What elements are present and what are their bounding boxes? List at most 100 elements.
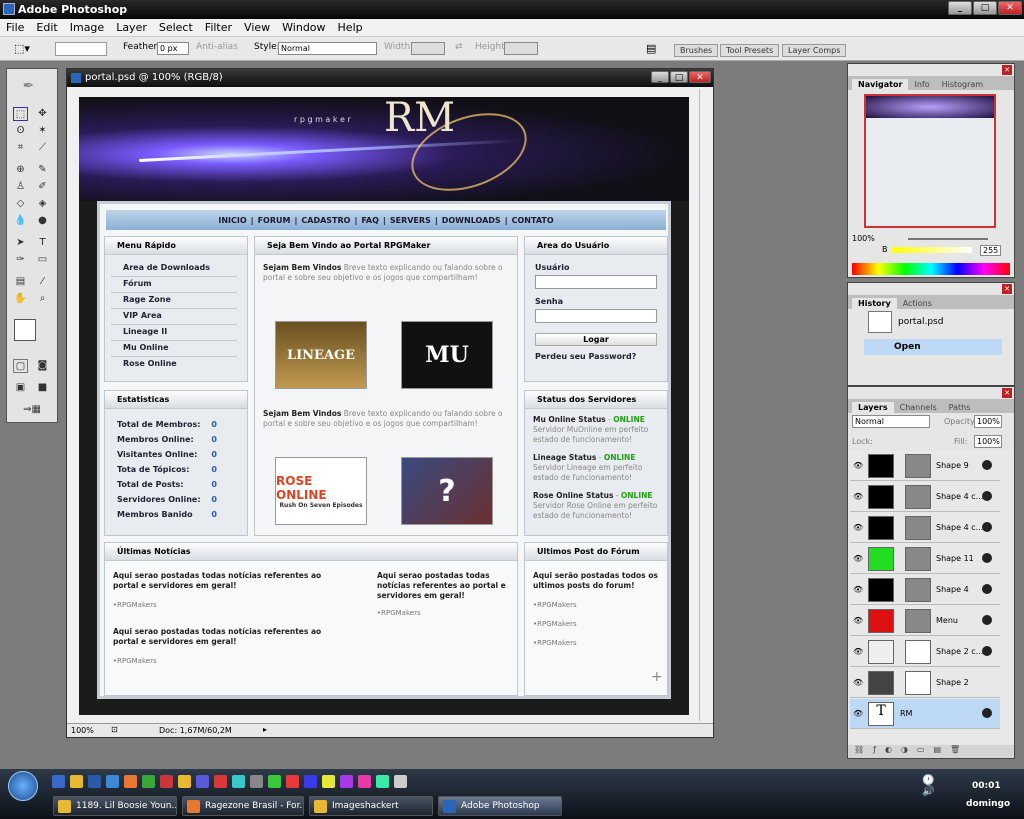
nav-inicio[interactable]: INICIO: [218, 216, 246, 225]
color-channel-value[interactable]: 255: [980, 245, 1002, 256]
menu-item-lineage[interactable]: Lineage II: [111, 325, 237, 341]
eye-icon[interactable]: 👁: [853, 585, 863, 594]
quicklaunch-icon[interactable]: [394, 775, 407, 788]
zoom-tool-icon[interactable]: ⌕: [35, 292, 50, 306]
eye-icon[interactable]: 👁: [853, 492, 863, 501]
quicklaunch-icon[interactable]: [160, 775, 173, 788]
mu-game-image[interactable]: MU: [401, 321, 493, 389]
eye-icon[interactable]: 👁: [853, 554, 863, 563]
feather-input[interactable]: 0 px: [157, 42, 189, 55]
quicklaunch-icon[interactable]: [232, 775, 245, 788]
slice-tool-icon[interactable]: ⟋: [35, 141, 50, 155]
well-tool-presets[interactable]: Tool Presets: [720, 44, 780, 57]
opacity-input[interactable]: 100%: [974, 415, 1002, 428]
jump-to-imageready-icon[interactable]: ⇒▦: [17, 403, 47, 417]
task-button-imageshack[interactable]: Imageshackert: [309, 796, 433, 816]
width-input[interactable]: [411, 42, 445, 55]
status-menu-icon[interactable]: ⊡: [111, 725, 118, 734]
document-scrollbar[interactable]: [699, 89, 712, 721]
history-snapshot-thumb[interactable]: [868, 311, 892, 333]
quicklaunch-icon[interactable]: [250, 775, 263, 788]
type-tool-icon[interactable]: T: [35, 236, 50, 250]
quicklaunch-icon[interactable]: [268, 775, 281, 788]
password-input[interactable]: [535, 309, 657, 323]
nav-servers[interactable]: SERVERS: [390, 216, 431, 225]
well-brushes[interactable]: Brushes: [674, 44, 719, 57]
layer-row[interactable]: 👁 Shape 11: [850, 544, 1000, 574]
layer-row[interactable]: 👁 Menu: [850, 606, 1000, 636]
stamp-tool-icon[interactable]: ♙: [13, 180, 28, 194]
doc-maximize-button[interactable]: □: [670, 71, 688, 83]
layer-row[interactable]: 👁 Shape 2 c...: [850, 637, 1000, 667]
menu-item-mu[interactable]: Mu Online: [111, 341, 237, 357]
height-input[interactable]: [504, 42, 538, 55]
menu-item-vip[interactable]: VIP Area: [111, 309, 237, 325]
quicklaunch-icon[interactable]: [52, 775, 65, 788]
dodge-tool-icon[interactable]: ●: [35, 214, 50, 228]
tab-navigator[interactable]: Navigator: [852, 79, 909, 90]
quicklaunch-icon[interactable]: [340, 775, 353, 788]
layers-footer-icons[interactable]: ⛓ƒ◐◑▭▤🗑: [848, 745, 1014, 758]
layer-row[interactable]: 👁 Shape 4: [850, 575, 1000, 605]
forgot-password-link[interactable]: Perdeu seu Password?: [535, 352, 657, 361]
menu-item-rose[interactable]: Rose Online: [111, 357, 237, 373]
quicklaunch-icon[interactable]: [178, 775, 191, 788]
minimize-button[interactable]: _: [948, 1, 972, 15]
pen-tool-icon[interactable]: ✑: [13, 253, 28, 267]
history-state-row[interactable]: Open: [864, 339, 1002, 355]
screen-mode-icon[interactable]: ▣: [13, 381, 28, 395]
healing-tool-icon[interactable]: ⊕: [13, 163, 28, 177]
quicklaunch-icon[interactable]: [304, 775, 317, 788]
quicklaunch-icon[interactable]: [142, 775, 155, 788]
color-channel-slider[interactable]: [892, 247, 972, 253]
eye-icon[interactable]: 👁: [853, 523, 863, 532]
eyedropper-icon[interactable]: ⁄: [35, 275, 50, 289]
style-select[interactable]: Normal: [278, 42, 377, 55]
move-tool-icon[interactable]: ✥: [35, 107, 50, 121]
quicklaunch-icon[interactable]: [322, 775, 335, 788]
tab-histogram[interactable]: Histogram: [936, 79, 990, 90]
layer-row[interactable]: 👁 Shape 4 c...: [850, 482, 1000, 512]
foreground-color-swatch[interactable]: [14, 319, 36, 341]
navigator-thumbnail[interactable]: [864, 94, 996, 228]
magic-wand-icon[interactable]: ✶: [35, 124, 50, 138]
quicklaunch-icon[interactable]: [70, 775, 83, 788]
eye-icon[interactable]: 👁: [853, 616, 863, 625]
news-item-text[interactable]: Aqui serao postadas todas notícias refer…: [113, 627, 349, 647]
quicklaunch-icon[interactable]: [88, 775, 101, 788]
lasso-tool-icon[interactable]: ʘ: [13, 124, 28, 138]
nav-forum[interactable]: FORUM: [258, 216, 291, 225]
nav-downloads[interactable]: DOWNLOADS: [442, 216, 501, 225]
brush-tool-icon[interactable]: ✎: [35, 163, 50, 177]
fullscreen-mode-icon[interactable]: ■: [35, 381, 50, 395]
canvas[interactable]: r p g m a k e r RM INICIO | FORUM | CADAST…: [79, 97, 689, 715]
news-item-text[interactable]: Aqui serao postadas todas notícias refer…: [377, 571, 507, 601]
tab-paths[interactable]: Paths: [943, 402, 977, 413]
nav-contato[interactable]: CONTATO: [512, 216, 554, 225]
news-item-text[interactable]: Aqui serao postadas todas notícias refer…: [113, 571, 349, 591]
marquee-preset-icon[interactable]: ⬚▾: [14, 42, 30, 55]
close-button[interactable]: ✕: [998, 1, 1022, 15]
quicklaunch-icon[interactable]: [124, 775, 137, 788]
username-input[interactable]: [535, 275, 657, 289]
clock-time[interactable]: 00:01: [972, 781, 1001, 791]
shape-tool-icon[interactable]: ▭: [35, 253, 50, 267]
forum-post-author[interactable]: •RPGMakers: [533, 601, 577, 609]
marquee-tool-icon[interactable]: ⬚: [13, 107, 28, 121]
quicklaunch-icon[interactable]: [286, 775, 299, 788]
panel-close-icon[interactable]: ✕: [1002, 388, 1012, 398]
lineage-game-image[interactable]: LINEAGE: [275, 321, 367, 389]
mystery-game-image[interactable]: ?: [401, 457, 493, 525]
task-button-music[interactable]: 1189. Lil Boosie Youn...: [53, 796, 177, 816]
doc-minimize-button[interactable]: _: [651, 71, 669, 83]
quicklaunch-icon[interactable]: [214, 775, 227, 788]
tab-history[interactable]: History: [852, 298, 897, 309]
task-button-ragezone[interactable]: Ragezone Brasil - For...: [182, 796, 304, 816]
layer-row[interactable]: 👁 Shape 9: [850, 451, 1000, 481]
eye-icon[interactable]: 👁: [853, 709, 863, 718]
bucket-tool-icon[interactable]: ◈: [35, 197, 50, 211]
zoom-level[interactable]: 100%: [71, 726, 94, 735]
tab-layers[interactable]: Layers: [852, 402, 894, 413]
blur-tool-icon[interactable]: 💧: [13, 214, 28, 228]
menu-view[interactable]: View: [238, 19, 276, 36]
